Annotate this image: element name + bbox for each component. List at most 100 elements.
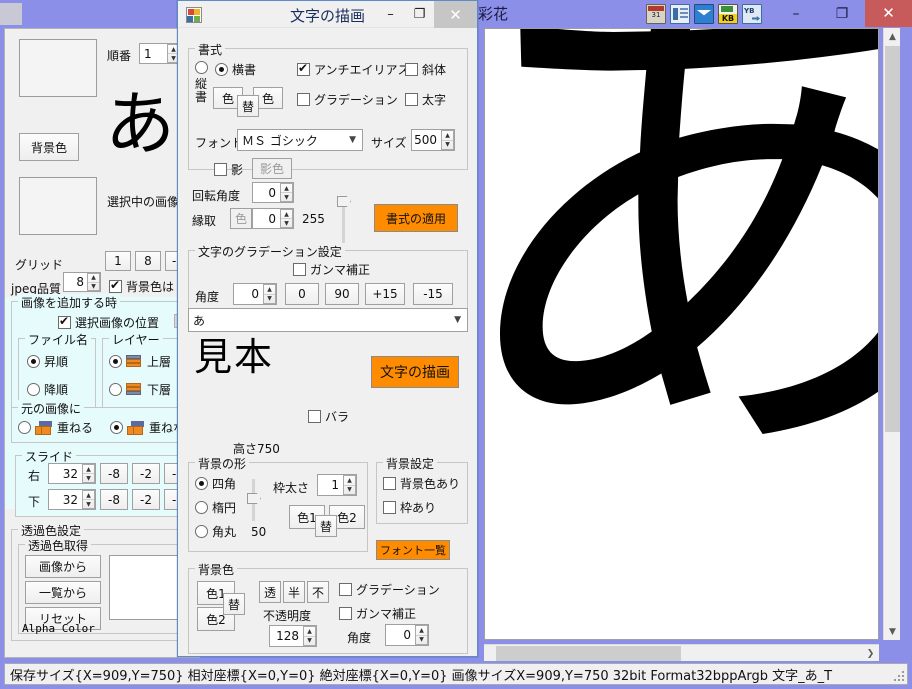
checkbox-icon[interactable] <box>405 63 418 76</box>
bg-gamma-checkbox[interactable]: ガンマ補正 <box>339 605 416 622</box>
main-close-button[interactable]: ✕ <box>865 0 912 27</box>
draw-text-button[interactable]: 文字の描画 <box>371 356 459 388</box>
shape-rect-radio[interactable]: 四角 <box>195 475 236 492</box>
filename-descending-radio[interactable]: 降順 <box>27 381 68 398</box>
thumbnail-preview-2[interactable] <box>19 177 97 235</box>
size-spin-buttons[interactable]: ▲ ▼ <box>441 130 454 150</box>
grid-preset-1[interactable]: 1 <box>105 251 131 271</box>
calendar-icon[interactable] <box>646 4 666 24</box>
border-width-stepper[interactable]: 1 ▲ ▼ <box>317 474 357 496</box>
bg-border-on-checkbox[interactable]: 枠あり <box>383 499 436 516</box>
checkbox-icon[interactable] <box>297 61 310 76</box>
overlay-yes-radio[interactable]: 重ねる <box>18 419 93 436</box>
alpha-slider-knob[interactable] <box>337 196 351 207</box>
checkbox-icon[interactable] <box>109 278 122 293</box>
bg-color-on-checkbox[interactable]: 背景色あり <box>383 475 460 492</box>
grid-preset-8[interactable]: 8 <box>135 251 161 271</box>
text-input-value[interactable]: あ <box>193 312 205 329</box>
antialias-checkbox[interactable]: アンチエイリアス <box>297 61 410 78</box>
slide-down-minus8[interactable]: -8 <box>100 489 128 510</box>
checkbox-icon[interactable] <box>214 163 227 176</box>
transparent-color-list[interactable] <box>109 555 187 620</box>
rotation-stepper[interactable]: 0 ▲ ▼ <box>252 182 294 203</box>
opacity-half-button[interactable]: 半 <box>283 581 305 603</box>
radio-icon[interactable] <box>109 355 122 368</box>
canvas-horizontal-scrollbar[interactable]: ❯ <box>484 644 879 661</box>
mail-icon[interactable] <box>694 4 714 24</box>
dialog-maximize-button[interactable]: ❐ <box>405 1 434 28</box>
layer-bottom-radio[interactable]: 下層 <box>109 381 171 398</box>
scroll-down-icon[interactable]: ▼ <box>884 623 901 640</box>
angle-preset-minus15[interactable]: -15 <box>413 283 453 305</box>
bold-checkbox[interactable]: 太字 <box>405 91 446 108</box>
jpeg-bgcolor-checkbox[interactable]: 背景色は <box>109 278 174 295</box>
text-angle-spin-buttons[interactable]: ▲ ▼ <box>263 284 276 304</box>
writing-vertical-radio[interactable] <box>195 61 208 74</box>
grid-stepper[interactable]: 8 ▲ ▼ <box>63 272 101 292</box>
apply-format-button[interactable]: 書式の適用 <box>374 204 458 232</box>
checkbox-icon[interactable] <box>58 314 71 329</box>
slide-right-minus2[interactable]: -2 <box>132 463 160 484</box>
pick-from-image-button[interactable]: 画像から <box>25 555 101 578</box>
radio-icon[interactable] <box>27 355 40 368</box>
system-menu-icon[interactable] <box>0 3 22 25</box>
rotation-spin-buttons[interactable]: ▲ ▼ <box>280 183 293 202</box>
dialog-close-button[interactable]: ✕ <box>434 1 477 28</box>
kb-icon[interactable] <box>718 4 738 24</box>
text-input-combo[interactable]: あ ▼ <box>188 308 468 332</box>
slide-right-stepper[interactable]: 32 ▲ ▼ <box>48 463 96 484</box>
horizontal-scroll-thumb[interactable] <box>496 646 681 661</box>
bg-gradation-checkbox[interactable]: グラデーション <box>339 581 440 598</box>
bgcolor-button[interactable]: 背景色 <box>19 133 79 161</box>
checkbox-icon[interactable] <box>293 263 306 276</box>
slide-right-minus8[interactable]: -8 <box>100 463 128 484</box>
checkbox-icon[interactable] <box>339 607 352 620</box>
order-stepper[interactable]: 1 ▲ ▼ <box>139 43 181 64</box>
opacity-opaque-button[interactable]: 不 <box>307 581 329 603</box>
bg-angle-spin-buttons[interactable]: ▲ ▼ <box>415 625 428 645</box>
radio-icon[interactable] <box>110 421 123 434</box>
slide-down-minus2[interactable]: -2 <box>132 489 160 510</box>
shape-ellipse-radio[interactable]: 楕円 <box>195 499 236 516</box>
shape-color-swap-button[interactable]: 替 <box>315 515 337 537</box>
checkbox-icon[interactable] <box>383 501 396 514</box>
shadow-checkbox[interactable]: 影 <box>214 161 243 178</box>
radio-icon[interactable] <box>195 61 208 74</box>
outline-spin-buttons[interactable]: ▲ ▼ <box>280 209 293 228</box>
selected-position-checkbox[interactable]: 選択画像の位置 <box>58 314 159 331</box>
radio-icon[interactable] <box>215 63 228 76</box>
scroll-right-icon[interactable]: ❯ <box>862 645 879 662</box>
resize-grip-icon[interactable] <box>892 669 904 681</box>
slide-right-spin-buttons[interactable]: ▲ ▼ <box>82 464 95 483</box>
bg-color-swap-button[interactable]: 替 <box>223 593 245 615</box>
writing-horizontal-radio[interactable]: 横書 <box>215 61 256 78</box>
opacity-spin-buttons[interactable]: ▲ ▼ <box>303 626 316 646</box>
opacity-stepper[interactable]: 128 ▲ ▼ <box>269 625 317 647</box>
text-color-swap-button[interactable]: 替 <box>237 95 259 117</box>
checkbox-icon[interactable] <box>297 93 310 106</box>
bg-angle-stepper[interactable]: 0 ▲ ▼ <box>385 624 429 646</box>
scroll-up-icon[interactable]: ▲ <box>884 28 901 45</box>
opacity-transparent-button[interactable]: 透 <box>259 581 281 603</box>
filename-ascending-radio[interactable]: 昇順 <box>27 353 68 370</box>
radio-icon[interactable] <box>18 421 31 434</box>
checkbox-icon[interactable] <box>339 583 352 596</box>
yb-icon[interactable] <box>742 4 762 24</box>
text-gradation-checkbox[interactable]: グラデーション <box>297 91 398 108</box>
thumbnail-preview-1[interactable] <box>19 39 97 97</box>
slide-down-stepper[interactable]: 32 ▲ ▼ <box>48 489 96 510</box>
dialog-minimize-button[interactable]: – <box>376 1 405 28</box>
radio-icon[interactable] <box>195 477 208 490</box>
font-list-button[interactable]: フォント一覧 <box>376 540 450 560</box>
slide-down-spin-buttons[interactable]: ▲ ▼ <box>82 490 95 509</box>
shadow-color-button[interactable]: 影色 <box>252 158 292 179</box>
shape-rounded-radio[interactable]: 角丸 <box>195 523 236 540</box>
main-maximize-button[interactable]: ❐ <box>819 0 865 27</box>
outline-color-button[interactable]: 色 <box>230 208 252 229</box>
main-minimize-button[interactable]: – <box>773 0 819 27</box>
checkbox-icon[interactable] <box>383 477 396 490</box>
font-select[interactable]: ＭＳ ゴシック ▼ <box>237 129 363 151</box>
border-width-spin-buttons[interactable]: ▲ ▼ <box>343 475 356 495</box>
vertical-scroll-thumb[interactable] <box>885 46 900 432</box>
layer-top-radio[interactable]: 上層 <box>109 353 171 370</box>
